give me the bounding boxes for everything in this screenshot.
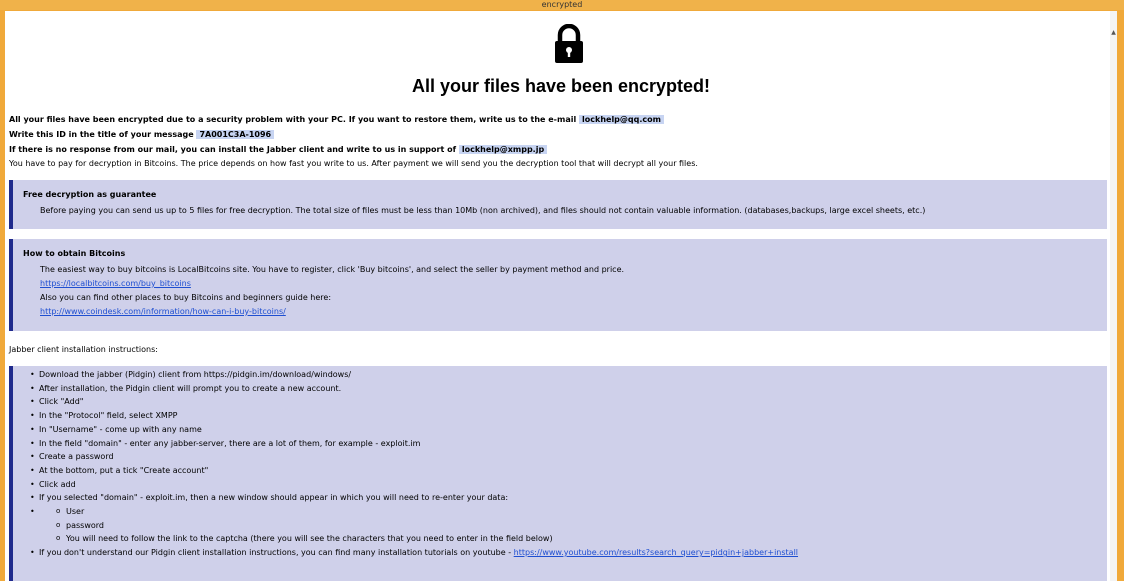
localbitcoins-link[interactable]: https://localbitcoins.com/buy_bitcoins [40, 278, 191, 290]
intro-text-email: All your files have been encrypted due t… [9, 115, 577, 124]
guarantee-text: Before paying you can send us up to 5 fi… [40, 206, 926, 215]
list-item: In "Username" - come up with any name [30, 423, 798, 437]
lock-icon [555, 24, 583, 63]
coindesk-link[interactable]: http://www.coindesk.com/information/how-… [40, 306, 286, 318]
sub-list-item: password [30, 519, 798, 533]
list-item: Click "Add" [30, 395, 798, 409]
jabber-heading: Jabber client installation instructions: [9, 345, 158, 354]
bitcoins-box: How to obtain Bitcoins The easiest way t… [9, 239, 1107, 331]
list-item-youtube: If you don't understand our Pidgin clien… [30, 546, 798, 560]
list-item: Create a password [30, 450, 798, 464]
list-item: After installation, the Pidgin client wi… [30, 382, 798, 396]
message-content: All your files have been encrypted! All … [5, 11, 1117, 581]
email-address: lockhelp@qq.com [579, 115, 664, 124]
guarantee-box: Free decryption as guarantee Before payi… [9, 180, 1107, 229]
vertical-scrollbar[interactable]: ▲ [1110, 11, 1117, 581]
sub-list-item: User [30, 505, 798, 519]
list-item: In the field "domain" - enter any jabber… [30, 437, 798, 451]
sub-list: User password You will need to follow th… [30, 505, 798, 546]
headline: All your files have been encrypted! [411, 76, 711, 96]
intro-line-jabber: If there is no response from our mail, y… [9, 144, 548, 156]
youtube-link[interactable]: https://www.youtube.com/results?search_q… [514, 548, 798, 557]
jabber-address: lockhelp@xmpp.jp [458, 145, 548, 154]
bitcoins-text: The easiest way to buy bitcoins is Local… [40, 265, 625, 274]
intro-line-email: All your files have been encrypted due t… [9, 114, 664, 126]
intro-line-payment: You have to pay for decryption in Bitcoi… [9, 159, 698, 168]
sub-list-item: You will need to follow the link to the … [30, 532, 798, 546]
intro-line-id: Write this ID in the title of your messa… [9, 129, 275, 141]
bitcoins-title: How to obtain Bitcoins [23, 249, 126, 258]
youtube-text: If you don't understand our Pidgin clien… [39, 548, 512, 558]
intro-text-jabber: If there is no response from our mail, y… [9, 145, 457, 154]
victim-id: 7A001C3A-1096 [196, 130, 275, 139]
list-item: At the bottom, put a tick "Create accoun… [30, 464, 798, 478]
bitcoins-text-other: Also you can find other places to buy Bi… [40, 293, 332, 302]
list-item: Download the jabber (Pidgin) client from… [30, 368, 798, 382]
intro-text-id: Write this ID in the title of your messa… [9, 130, 194, 139]
list-item: In the "Protocol" field, select XMPP [30, 409, 798, 423]
sub-list-container: User password You will need to follow th… [30, 505, 798, 546]
instruction-list: Download the jabber (Pidgin) client from… [30, 368, 798, 560]
window-title: encrypted [0, 0, 1124, 10]
list-item: Click add [30, 478, 798, 492]
guarantee-title: Free decryption as guarantee [23, 190, 157, 199]
scroll-up-icon[interactable]: ▲ [1110, 29, 1117, 37]
ransom-window: encrypted All your files have been encry… [0, 0, 1124, 581]
jabber-instructions-box: Download the jabber (Pidgin) client from… [9, 366, 1107, 581]
list-item: If you selected "domain" - exploit.im, t… [30, 491, 798, 505]
